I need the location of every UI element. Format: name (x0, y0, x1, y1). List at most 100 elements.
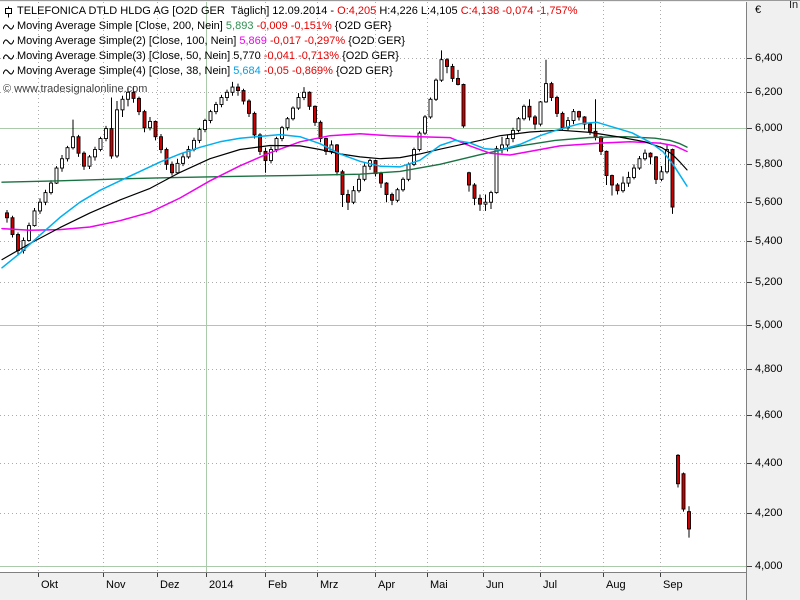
candle[interactable] (468, 172, 471, 192)
candle[interactable] (418, 131, 421, 151)
legend-row-instrument[interactable]: TELEFONICA DTLD HLDG AG [O2D GER Täglich… (3, 4, 578, 19)
candle[interactable] (611, 175, 614, 196)
candle[interactable] (11, 216, 14, 238)
candle[interactable] (270, 147, 273, 164)
candle[interactable] (479, 195, 482, 211)
candle[interactable] (600, 136, 603, 155)
candle[interactable] (666, 145, 669, 174)
candle[interactable] (649, 152, 652, 164)
candle[interactable] (638, 156, 641, 170)
candle[interactable] (50, 180, 53, 194)
candle[interactable] (380, 172, 383, 188)
candle[interactable] (633, 164, 636, 179)
candle[interactable] (336, 144, 339, 176)
candle[interactable] (534, 115, 537, 129)
candle[interactable] (198, 128, 201, 143)
candle[interactable] (616, 183, 619, 194)
legend-row-ma200[interactable]: Moving Average Simple [Close, 200, Nein]… (3, 19, 578, 34)
price-chart-area[interactable]: TELEFONICA DTLD HLDG AG [O2D GER Täglich… (0, 2, 746, 572)
candle[interactable] (28, 223, 31, 242)
candle[interactable] (358, 175, 361, 193)
candle[interactable] (627, 172, 630, 187)
candle[interactable] (314, 105, 317, 125)
candle[interactable] (66, 146, 69, 162)
candle[interactable] (281, 126, 284, 141)
candle[interactable] (578, 111, 581, 121)
candle[interactable] (682, 473, 685, 512)
candle[interactable] (660, 166, 663, 181)
legend-row-ma100[interactable]: Moving Average Simple(2) [Close, 100, Ne… (3, 34, 578, 49)
candle[interactable] (264, 148, 267, 173)
candle[interactable] (490, 191, 493, 209)
candle[interactable] (424, 115, 427, 135)
candle[interactable] (72, 120, 75, 150)
candle[interactable] (594, 99, 597, 140)
candle[interactable] (209, 110, 212, 123)
candle[interactable] (523, 105, 526, 121)
candle[interactable] (6, 210, 9, 223)
candle[interactable] (517, 117, 520, 132)
candle[interactable] (39, 198, 42, 213)
candle[interactable] (319, 121, 322, 143)
candle[interactable] (363, 163, 366, 181)
candle[interactable] (292, 106, 295, 120)
candle[interactable] (242, 89, 245, 105)
candle[interactable] (622, 176, 625, 192)
candle[interactable] (308, 91, 311, 109)
candle[interactable] (391, 193, 394, 205)
candle[interactable] (99, 137, 102, 152)
candle[interactable] (605, 150, 608, 185)
candle[interactable] (187, 146, 190, 159)
candle[interactable] (655, 156, 658, 184)
candle[interactable] (572, 109, 575, 124)
candle[interactable] (105, 126, 108, 141)
candle[interactable] (341, 170, 344, 207)
candle[interactable] (677, 454, 680, 487)
candle[interactable] (116, 101, 119, 158)
candle[interactable] (160, 134, 163, 153)
candle[interactable] (407, 162, 410, 181)
candle[interactable] (396, 188, 399, 202)
candle[interactable] (550, 82, 553, 101)
candle[interactable] (374, 160, 377, 177)
candle[interactable] (539, 101, 542, 126)
candle[interactable] (17, 233, 20, 256)
candle[interactable] (473, 183, 476, 205)
candle[interactable] (688, 506, 691, 537)
candle[interactable] (644, 150, 647, 161)
legend-row-ma50[interactable]: Moving Average Simple(3) [Close, 50, Nei… (3, 49, 578, 64)
candle[interactable] (352, 186, 355, 204)
candle[interactable] (33, 208, 36, 227)
candle[interactable] (253, 112, 256, 139)
candle[interactable] (176, 159, 179, 174)
candle[interactable] (154, 121, 157, 141)
candle[interactable] (512, 128, 515, 142)
candle[interactable] (237, 84, 240, 96)
candle[interactable] (248, 99, 251, 117)
candle[interactable] (83, 151, 86, 170)
time-axis[interactable]: OktNovDez2014FebMrzAprMaiJunJulAugSep (0, 572, 746, 600)
candle[interactable] (484, 195, 487, 211)
candle[interactable] (77, 135, 80, 157)
candle[interactable] (121, 96, 124, 117)
candle[interactable] (171, 162, 174, 176)
candle[interactable] (94, 147, 97, 161)
candle[interactable] (528, 99, 531, 120)
price-axis[interactable]: € In 6,4006,2006,0005,8005,6005,4005,200… (746, 2, 800, 600)
candle[interactable] (347, 190, 350, 210)
candle[interactable] (226, 90, 229, 101)
candle[interactable] (220, 95, 223, 107)
legend-row-ma38[interactable]: Moving Average Simple(4) [Close, 38, Nei… (3, 64, 578, 79)
candle[interactable] (303, 87, 306, 100)
candle[interactable] (88, 155, 91, 169)
candle[interactable] (138, 97, 141, 116)
candle[interactable] (435, 78, 438, 101)
candle[interactable] (231, 82, 234, 96)
candle[interactable] (215, 102, 218, 114)
candle[interactable] (462, 84, 465, 128)
candle[interactable] (61, 155, 64, 172)
candle[interactable] (385, 182, 388, 202)
candle[interactable] (413, 148, 416, 166)
candle[interactable] (297, 93, 300, 110)
candle[interactable] (429, 98, 432, 119)
